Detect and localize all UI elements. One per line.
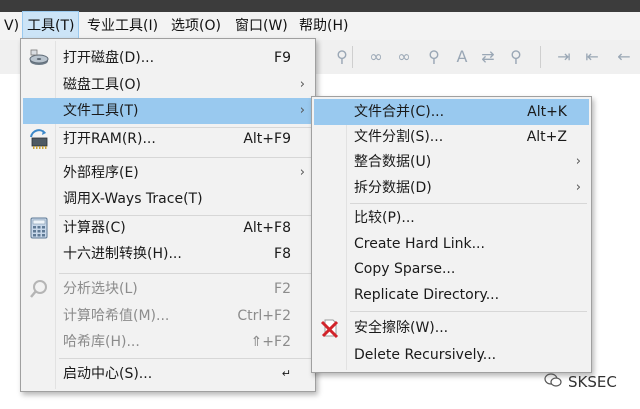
watermark: SKSEC xyxy=(544,372,617,392)
menu-item-label: Delete Recursively... xyxy=(354,347,497,363)
toolbar-binoculars-icon[interactable]: ∞ xyxy=(364,44,388,68)
calculator-icon xyxy=(26,216,52,240)
menu-item-label: Copy Sparse... xyxy=(354,261,456,277)
title-strip xyxy=(0,0,640,12)
menu-item-label: 文件合并(C)... xyxy=(354,104,445,120)
menu-item-label: 比较(P)... xyxy=(354,210,415,226)
menu-item-label: 调用X-Ways Trace(T) xyxy=(63,191,203,207)
menu-item-shortcut: Ctrl+F2 xyxy=(237,308,291,324)
tools-menu: 打开磁盘(D)... F9 磁盘工具(O) › 文件工具(T) › 打开RAM(… xyxy=(20,38,316,392)
toolbar-binoculars-icon[interactable]: ∞ xyxy=(392,44,416,68)
menu-item-shortcut: Alt+K xyxy=(527,104,567,120)
submenu-arrow-icon: › xyxy=(299,165,305,180)
menu-item-label: 外部程序(E) xyxy=(63,165,139,181)
secure-erase-icon xyxy=(317,316,343,340)
submenu-item-split-data[interactable]: 拆分数据(D) › xyxy=(314,175,589,201)
menu-bar: V) 工具(T) 专业工具(I) 选项(O) 窗口(W) 帮助(H) xyxy=(0,11,640,41)
toolbar-find-next-icon[interactable]: ⚲ xyxy=(504,44,528,68)
menu-item-open-ram[interactable]: 打开RAM(R)... Alt+F9 xyxy=(23,126,313,152)
menubar-view-fragment[interactable]: V) xyxy=(0,12,23,40)
menu-item-label: 文件分割(S)... xyxy=(354,129,444,145)
menu-item-open-disk[interactable]: 打开磁盘(D)... F9 xyxy=(23,45,313,71)
toolbar-arrow-left-icon[interactable]: ← xyxy=(612,44,636,68)
magnifier-icon xyxy=(26,277,52,301)
menu-item-label: 分析选块(L) xyxy=(63,281,138,297)
menu-item-shortcut: F2 xyxy=(274,281,291,297)
submenu-item-delete-recursively[interactable]: Delete Recursively... xyxy=(314,342,589,368)
disk-icon xyxy=(26,46,52,70)
submenu-item-create-hard-link[interactable]: Create Hard Link... xyxy=(314,231,589,257)
menu-item-shortcut: F9 xyxy=(274,50,291,66)
menu-item-calculator[interactable]: 计算器(C) Alt+F8 xyxy=(23,215,313,241)
menubar-window[interactable]: 窗口(W) xyxy=(231,12,292,40)
submenu-item-replicate-directory[interactable]: Replicate Directory... xyxy=(314,282,589,308)
menubar-options[interactable]: 选项(O) xyxy=(167,12,225,40)
file-tools-submenu: 文件合并(C)... Alt+K 文件分割(S)... Alt+Z 整合数据(U… xyxy=(311,96,592,373)
menubar-specialist-tools[interactable]: 专业工具(I) xyxy=(83,12,162,40)
menu-item-label: 哈希库(H)... xyxy=(63,334,140,350)
menu-item-disk-tools[interactable]: 磁盘工具(O) › xyxy=(23,72,313,98)
menu-item-shortcut: Alt+F9 xyxy=(243,131,291,147)
menu-item-label: Replicate Directory... xyxy=(354,287,500,303)
toolbar-find-text-icon[interactable]: A xyxy=(450,44,474,68)
menu-item-label: 打开RAM(R)... xyxy=(63,131,156,147)
toolbar-separator xyxy=(540,46,541,68)
menu-item-label: 安全擦除(W)... xyxy=(354,320,449,336)
menu-item-analyze-block[interactable]: 分析选块(L) F2 xyxy=(23,276,313,302)
toolbar-replace-icon[interactable]: ⇄ xyxy=(476,44,500,68)
menu-item-label: 拆分数据(D) xyxy=(354,180,432,196)
toolbar-separator xyxy=(352,46,353,68)
toolbar-find-icon[interactable]: ⚲ xyxy=(330,44,354,68)
submenu-item-file-concatenate[interactable]: 文件合并(C)... Alt+K xyxy=(314,99,589,125)
menu-separator xyxy=(350,311,587,312)
menu-item-xways-trace[interactable]: 调用X-Ways Trace(T) xyxy=(23,186,313,212)
menu-separator xyxy=(59,273,311,274)
menu-separator xyxy=(350,203,587,204)
submenu-arrow-icon: › xyxy=(299,77,305,92)
submenu-item-unify-data[interactable]: 整合数据(U) › xyxy=(314,149,589,175)
menu-item-hash-database[interactable]: 哈希库(H)... ⇑+F2 xyxy=(23,329,313,355)
submenu-item-compare[interactable]: 比较(P)... xyxy=(314,205,589,231)
menu-separator xyxy=(59,358,311,359)
menu-item-label: 十六进制转换(H)... xyxy=(63,246,182,262)
menu-item-label: 计算器(C) xyxy=(63,220,126,236)
menu-item-shortcut: ⇑+F2 xyxy=(250,334,291,350)
menu-item-label: 文件工具(T) xyxy=(63,103,139,119)
menu-item-label: 打开磁盘(D)... xyxy=(63,50,155,66)
toolbar-find-hex-icon[interactable]: ⚲ xyxy=(422,44,446,68)
menu-item-compute-hash[interactable]: 计算哈希值(M)... Ctrl+F2 xyxy=(23,303,313,329)
menu-item-label: 磁盘工具(O) xyxy=(63,77,141,93)
toolbar-back-icon[interactable]: ⇤ xyxy=(580,44,604,68)
submenu-item-file-split[interactable]: 文件分割(S)... Alt+Z xyxy=(314,124,589,150)
submenu-item-secure-erase[interactable]: 安全擦除(W)... xyxy=(314,315,589,341)
menu-item-file-tools[interactable]: 文件工具(T) › xyxy=(23,98,313,124)
menu-item-label: 计算哈希值(M)... xyxy=(63,308,170,324)
menubar-tools[interactable]: 工具(T) xyxy=(21,11,80,41)
submenu-arrow-icon: › xyxy=(575,154,581,169)
menubar-help[interactable]: 帮助(H) xyxy=(295,12,352,40)
menu-item-shortcut: F8 xyxy=(274,246,291,262)
menu-item-external-programs[interactable]: 外部程序(E) › xyxy=(23,160,313,186)
menu-item-shortcut: Alt+F8 xyxy=(243,220,291,236)
wechat-logo-icon xyxy=(544,372,562,392)
submenu-arrow-icon: › xyxy=(575,180,581,195)
menu-item-label: 整合数据(U) xyxy=(354,154,432,170)
menu-item-label: Create Hard Link... xyxy=(354,236,485,252)
menu-item-hex-converter[interactable]: 十六进制转换(H)... F8 xyxy=(23,241,313,267)
toolbar-goto-icon[interactable]: ⇥ xyxy=(552,44,576,68)
menu-item-shortcut: Alt+Z xyxy=(526,129,567,145)
ram-chip-icon xyxy=(26,127,52,151)
submenu-item-copy-sparse[interactable]: Copy Sparse... xyxy=(314,256,589,282)
watermark-text: SKSEC xyxy=(568,373,617,391)
submenu-arrow-icon: › xyxy=(299,103,305,118)
menu-item-start-center[interactable]: 启动中心(S)... ↵ xyxy=(23,361,313,387)
menu-item-shortcut: ↵ xyxy=(281,367,291,380)
menu-separator xyxy=(59,157,311,158)
menu-item-label: 启动中心(S)... xyxy=(63,366,153,382)
